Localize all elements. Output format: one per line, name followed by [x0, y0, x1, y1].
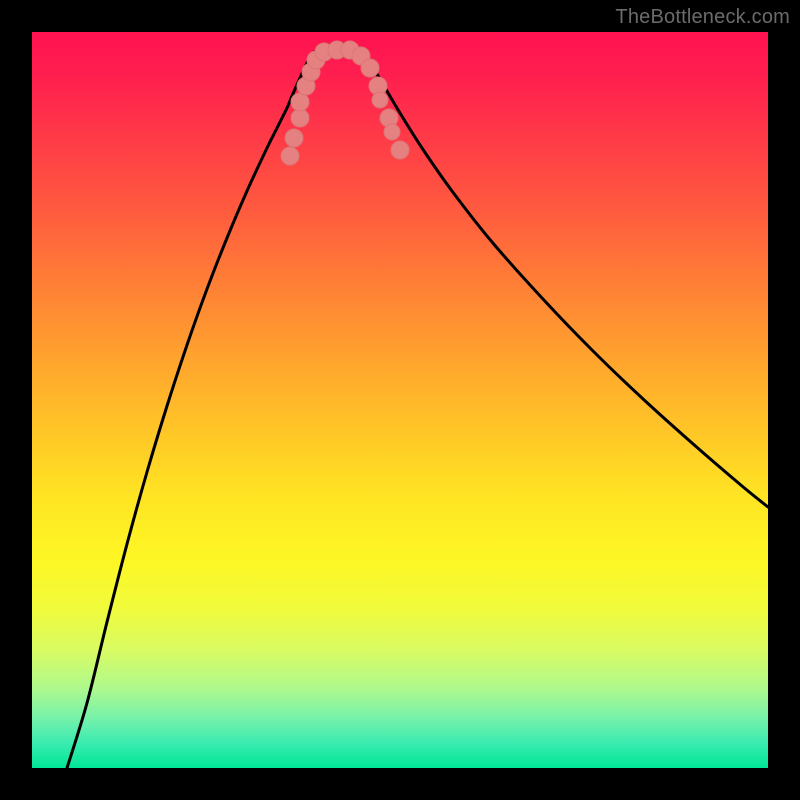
dot: [291, 93, 309, 111]
dot: [361, 59, 379, 77]
dot: [384, 124, 400, 140]
dot: [372, 92, 388, 108]
dot: [291, 109, 309, 127]
chart-frame: TheBottleneck.com: [0, 0, 800, 800]
dot: [281, 147, 299, 165]
chart-svg: [32, 32, 768, 768]
highlight-dots: [281, 41, 409, 165]
dot: [285, 129, 303, 147]
dot: [391, 141, 409, 159]
right-curve: [362, 52, 768, 507]
watermark-text: TheBottleneck.com: [615, 6, 790, 29]
curve-group: [67, 48, 768, 768]
left-curve: [67, 52, 314, 768]
plot-area: [32, 32, 768, 768]
